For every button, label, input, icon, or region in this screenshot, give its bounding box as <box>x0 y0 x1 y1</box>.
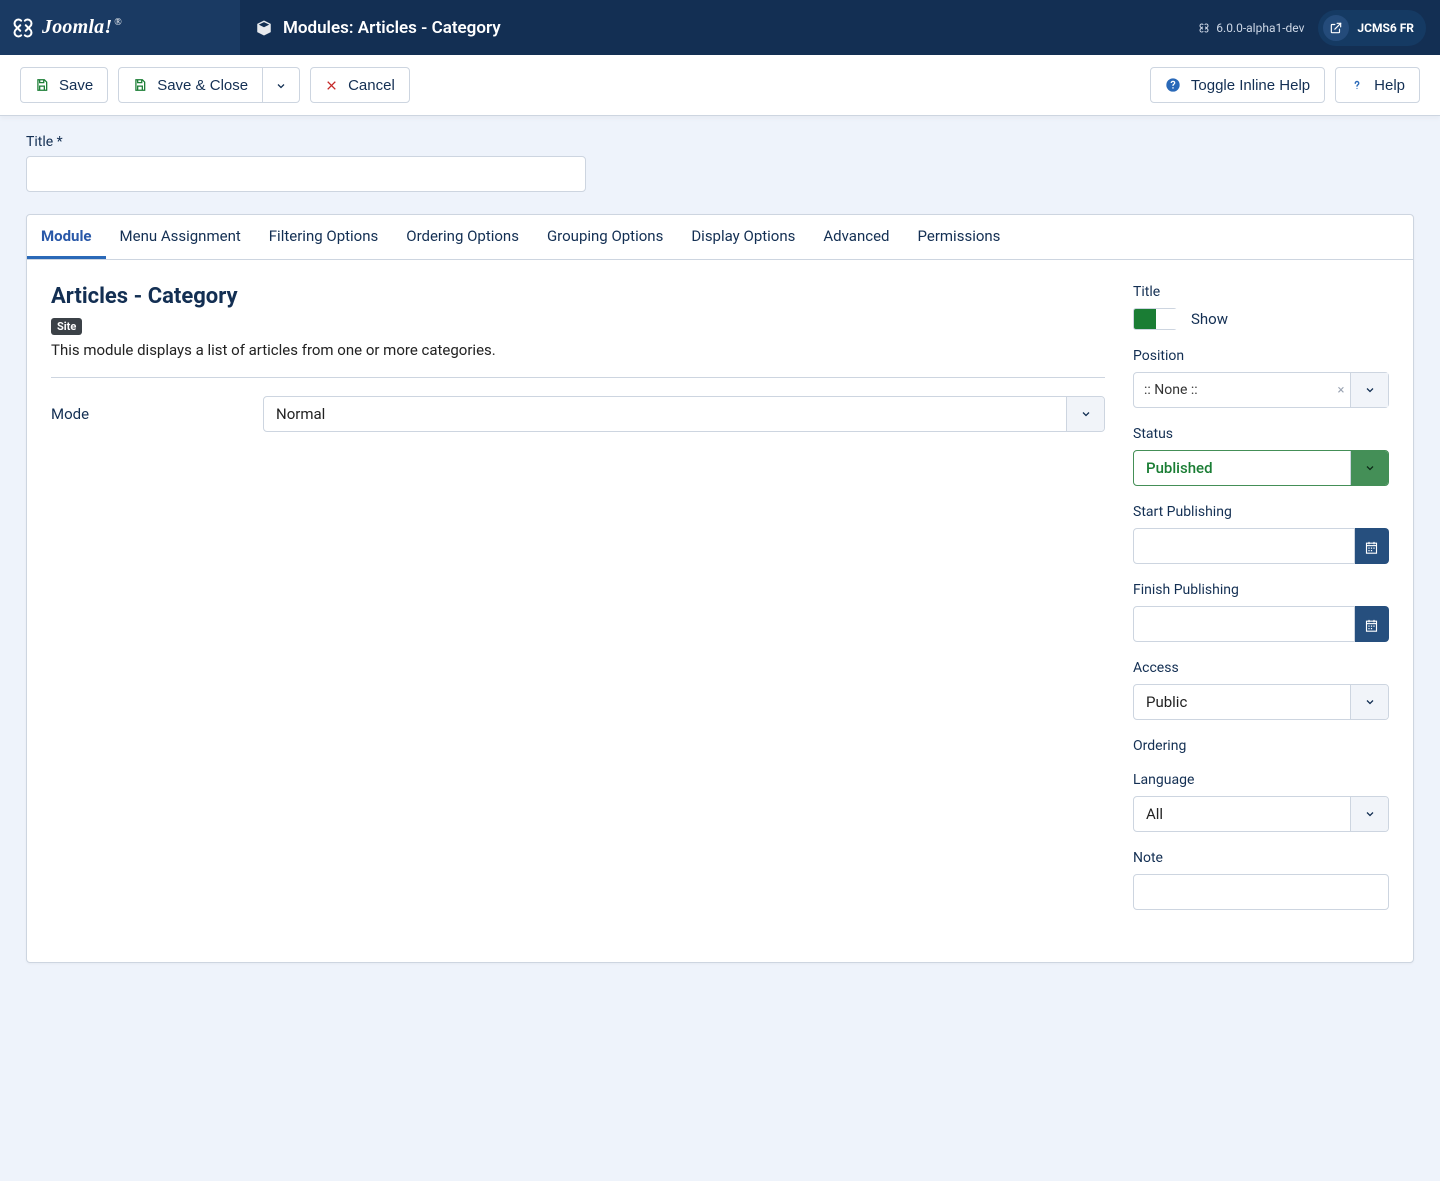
tab-permissions[interactable]: Permissions <box>904 215 1015 259</box>
save-close-dropdown[interactable] <box>263 67 300 103</box>
tab-display-options[interactable]: Display Options <box>677 215 809 259</box>
finish-publishing-input[interactable] <box>1133 606 1355 642</box>
mode-value: Normal <box>264 405 337 423</box>
position-value: :: None :: <box>1134 382 1332 398</box>
brand-area[interactable]: Joomla!® <box>0 0 240 55</box>
toggle-inline-help-button[interactable]: Toggle Inline Help <box>1150 67 1325 103</box>
content-area: Title * Module Menu Assignment Filtering… <box>0 116 1440 1003</box>
tab-grouping-options[interactable]: Grouping Options <box>533 215 677 259</box>
external-link-icon <box>1323 15 1349 41</box>
start-publishing-label: Start Publishing <box>1133 504 1389 520</box>
position-clear[interactable]: × <box>1332 383 1350 398</box>
position-label: Position <box>1133 348 1389 364</box>
question-icon <box>1350 78 1364 92</box>
save-button[interactable]: Save <box>20 67 108 103</box>
brand-name: Joomla!® <box>42 16 122 39</box>
page-title: Modules: Articles - Category <box>240 0 516 55</box>
tab-ordering-options[interactable]: Ordering Options <box>392 215 533 259</box>
status-label: Status <box>1133 426 1389 442</box>
finish-publishing-label: Finish Publishing <box>1133 582 1389 598</box>
chevron-down-icon <box>1350 373 1388 407</box>
tab-module[interactable]: Module <box>27 215 106 259</box>
mode-label: Mode <box>51 405 251 423</box>
status-value: Published <box>1134 459 1225 477</box>
finish-publishing-calendar-button[interactable] <box>1355 606 1389 642</box>
language-select[interactable]: All <box>1133 796 1389 832</box>
tab-filtering-options[interactable]: Filtering Options <box>255 215 392 259</box>
side-title-label: Title <box>1133 284 1389 300</box>
module-card: Module Menu Assignment Filtering Options… <box>26 214 1414 963</box>
tabs: Module Menu Assignment Filtering Options… <box>27 215 1413 260</box>
version-label[interactable]: 6.0.0-alpha1-dev <box>1198 21 1304 35</box>
title-toggle-text: Show <box>1191 310 1228 328</box>
ordering-label: Ordering <box>1133 738 1389 754</box>
chevron-down-icon <box>1350 451 1388 485</box>
title-field: Title * <box>26 134 1414 192</box>
note-input[interactable] <box>1133 874 1389 910</box>
note-label: Note <box>1133 850 1389 866</box>
question-circle-icon <box>1165 77 1181 93</box>
chevron-down-icon <box>1066 397 1104 431</box>
main-column: Articles - Category Site This module dis… <box>51 284 1105 928</box>
user-menu[interactable]: JCMS6 FR <box>1318 10 1426 46</box>
joomla-logo-icon <box>12 17 34 39</box>
start-publishing-input[interactable] <box>1133 528 1355 564</box>
joomla-mini-icon <box>1198 21 1210 35</box>
language-value: All <box>1134 805 1175 823</box>
topbar: Joomla!® Modules: Articles - Category 6.… <box>0 0 1440 55</box>
mode-select[interactable]: Normal <box>263 396 1105 432</box>
access-select[interactable]: Public <box>1133 684 1389 720</box>
calendar-icon <box>1364 615 1379 634</box>
chevron-down-icon <box>1350 685 1388 719</box>
position-select[interactable]: :: None :: × <box>1133 372 1389 408</box>
module-heading: Articles - Category <box>51 284 1105 309</box>
module-scope-badge: Site <box>51 318 82 335</box>
calendar-icon <box>1364 537 1379 556</box>
separator <box>51 377 1105 378</box>
topbar-right: 6.0.0-alpha1-dev JCMS6 FR <box>1184 0 1440 55</box>
language-label: Language <box>1133 772 1389 788</box>
chevron-down-icon <box>275 77 287 94</box>
access-value: Public <box>1134 693 1199 711</box>
title-input[interactable] <box>26 156 586 192</box>
save-icon <box>133 78 147 92</box>
title-label: Title * <box>26 134 1414 150</box>
access-label: Access <box>1133 660 1389 676</box>
user-name-label: JCMS6 FR <box>1357 21 1414 35</box>
side-column: Title Show Position :: None :: × <box>1133 284 1389 928</box>
status-select[interactable]: Published <box>1133 450 1389 486</box>
action-toolbar: Save Save & Close Cancel Toggle Inline H… <box>0 55 1440 116</box>
save-icon <box>35 78 49 92</box>
title-toggle[interactable] <box>1133 308 1177 330</box>
module-description: This module displays a list of articles … <box>51 341 1105 359</box>
save-close-group: Save & Close <box>118 67 300 103</box>
tab-menu-assignment[interactable]: Menu Assignment <box>106 215 255 259</box>
mode-row: Mode Normal <box>51 396 1105 432</box>
close-icon <box>325 79 338 92</box>
start-publishing-calendar-button[interactable] <box>1355 528 1389 564</box>
save-close-button[interactable]: Save & Close <box>118 67 263 103</box>
tab-advanced[interactable]: Advanced <box>809 215 903 259</box>
module-cube-icon <box>255 18 273 38</box>
cancel-button[interactable]: Cancel <box>310 67 410 103</box>
chevron-down-icon <box>1350 797 1388 831</box>
help-button[interactable]: Help <box>1335 67 1420 103</box>
